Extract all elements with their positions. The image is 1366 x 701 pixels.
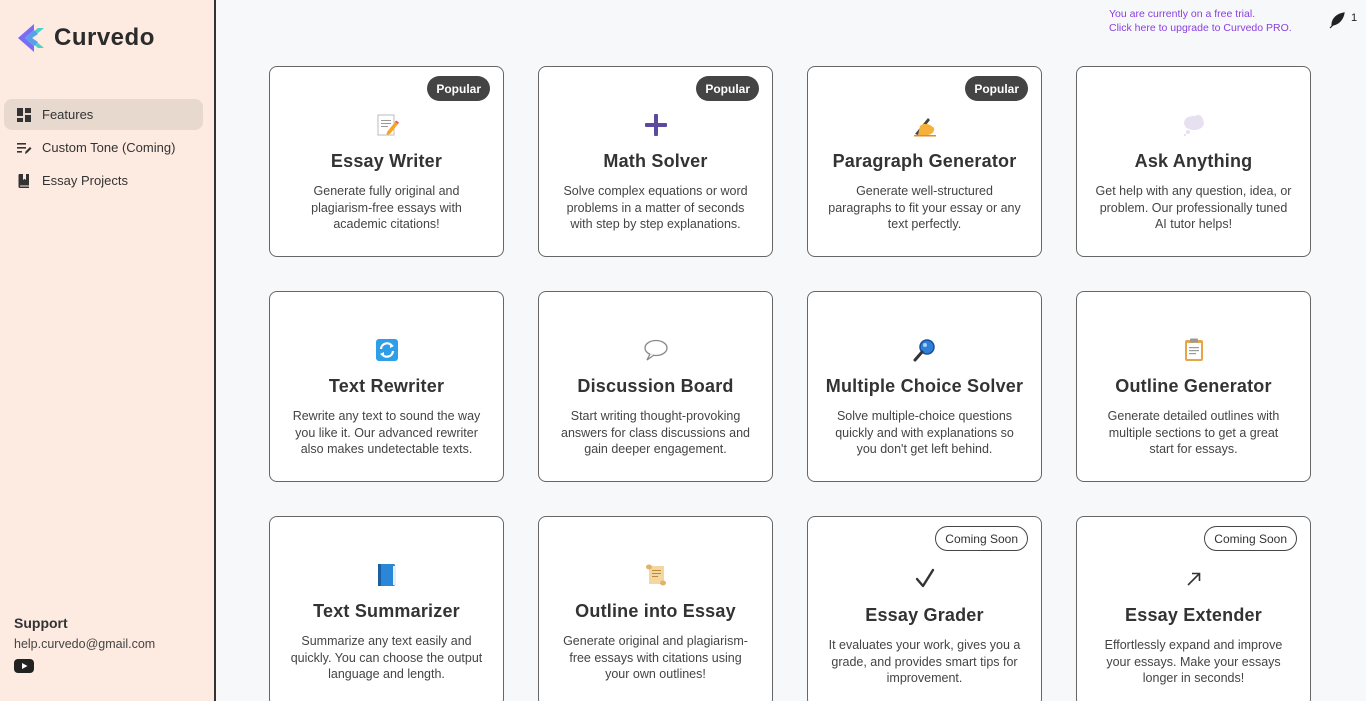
card-title: Multiple Choice Solver xyxy=(825,376,1024,396)
edit-lines-icon xyxy=(17,142,32,154)
support-section: Support help.curvedo@gmail.com xyxy=(14,615,155,673)
trial-line: You are currently on a free trial. xyxy=(1109,8,1256,20)
card-description: Generate detailed outlines with multiple… xyxy=(1107,409,1280,456)
check-mark-icon xyxy=(808,565,1041,593)
card-title: Paragraph Generator xyxy=(832,151,1017,171)
popular-badge: Popular xyxy=(696,76,759,101)
speech-bubble-icon xyxy=(539,336,772,364)
upgrade-link[interactable]: Click here to upgrade to Curvedo PRO. xyxy=(1109,21,1324,35)
bookmark-book-icon xyxy=(18,173,29,188)
brand[interactable]: Curvedo xyxy=(14,22,155,54)
card-title: Outline Generator xyxy=(1115,376,1272,396)
magnifier-icon xyxy=(808,336,1041,364)
card-ask-anything[interactable]: Ask Anything Get help with any question,… xyxy=(1076,66,1311,257)
card-essay-grader[interactable]: Coming Soon Essay Grader It evaluates yo… xyxy=(807,516,1042,701)
scroll-icon xyxy=(539,561,772,589)
card-description: It evaluates your work, gives you a grad… xyxy=(828,638,1021,685)
writing-hand-icon xyxy=(808,111,1041,139)
card-description: Start writing thought-provoking answers … xyxy=(561,409,750,456)
card-title: Text Summarizer xyxy=(313,601,460,621)
card-description: Rewrite any text to sound the way you li… xyxy=(292,409,481,456)
popular-badge: Popular xyxy=(965,76,1028,101)
sidebar-item-essay-projects[interactable]: Essay Projects xyxy=(4,165,203,196)
support-email[interactable]: help.curvedo@gmail.com xyxy=(14,637,155,651)
coming-soon-badge: Coming Soon xyxy=(1204,526,1297,551)
card-description: Generate fully original and plagiarism-f… xyxy=(311,184,462,231)
blue-book-icon xyxy=(270,561,503,589)
thought-bubble-icon xyxy=(1077,111,1310,139)
card-discussion-board[interactable]: Discussion Board Start writing thought-p… xyxy=(538,291,773,482)
card-essay-writer[interactable]: Popular Essay Writer Generate fully orig… xyxy=(269,66,504,257)
card-math-solver[interactable]: Popular Math Solver Solve complex equati… xyxy=(538,66,773,257)
card-outline-into-essay[interactable]: Outline into Essay Generate original and… xyxy=(538,516,773,701)
card-text-rewriter[interactable]: Text Rewriter Rewrite any text to sound … xyxy=(269,291,504,482)
card-title: Discussion Board xyxy=(577,376,734,396)
app-root: Curvedo Features Custom Tone (Coming) Es… xyxy=(0,0,1366,701)
card-description: Generate original and plagiarism-free es… xyxy=(563,634,748,681)
plus-icon xyxy=(539,111,772,139)
card-title: Essay Grader xyxy=(865,605,984,625)
card-multiple-choice-solver[interactable]: Multiple Choice Solver Solve multiple-ch… xyxy=(807,291,1042,482)
sidebar-item-custom-tone[interactable]: Custom Tone (Coming) xyxy=(4,132,203,163)
card-text-summarizer[interactable]: Text Summarizer Summarize any text easil… xyxy=(269,516,504,701)
trial-notice[interactable]: You are currently on a free trial. Click… xyxy=(1109,7,1324,35)
card-title: Text Rewriter xyxy=(328,376,445,396)
sidebar-item-label: Custom Tone (Coming) xyxy=(42,140,176,155)
card-description: Get help with any question, idea, or pro… xyxy=(1095,184,1292,231)
youtube-icon[interactable] xyxy=(14,659,34,673)
card-description: Effortlessly expand and improve your ess… xyxy=(1104,638,1283,685)
card-paragraph-generator[interactable]: Popular Paragraph Generator Generate wel… xyxy=(807,66,1042,257)
brand-name: Curvedo xyxy=(54,24,155,51)
sidebar-item-label: Essay Projects xyxy=(42,173,128,188)
coming-soon-badge: Coming Soon xyxy=(935,526,1028,551)
support-title: Support xyxy=(14,615,68,631)
sidebar: Curvedo Features Custom Tone (Coming) Es… xyxy=(0,0,216,701)
curvedo-logo-icon xyxy=(18,24,44,52)
card-title: Outline into Essay xyxy=(575,601,736,621)
card-title: Ask Anything xyxy=(1134,151,1253,171)
popular-badge: Popular xyxy=(427,76,490,101)
refresh-icon xyxy=(270,336,503,364)
feather-icon xyxy=(1329,12,1345,29)
card-essay-extender[interactable]: Coming Soon Essay Extender Effortlessly … xyxy=(1076,516,1311,701)
memo-pencil-icon xyxy=(270,111,503,139)
card-title: Essay Extender xyxy=(1125,605,1262,625)
clipboard-icon xyxy=(1077,336,1310,364)
card-title: Essay Writer xyxy=(330,151,443,171)
grid-icon xyxy=(17,107,31,122)
arrow-up-right-icon xyxy=(1077,565,1310,593)
sidebar-nav: Features Custom Tone (Coming) Essay Proj… xyxy=(4,99,203,198)
card-outline-generator[interactable]: Outline Generator Generate detailed outl… xyxy=(1076,291,1311,482)
credit-count: 1 xyxy=(1351,12,1358,24)
card-title: Math Solver xyxy=(603,151,708,171)
card-description: Solve multiple-choice questions quickly … xyxy=(835,409,1014,456)
sidebar-item-features[interactable]: Features xyxy=(4,99,203,130)
card-description: Solve complex equations or word problems… xyxy=(563,184,748,231)
card-description: Generate well-structured paragraphs to f… xyxy=(828,184,1021,231)
card-description: Summarize any text easily and quickly. Y… xyxy=(290,634,483,681)
sidebar-item-label: Features xyxy=(42,107,94,122)
